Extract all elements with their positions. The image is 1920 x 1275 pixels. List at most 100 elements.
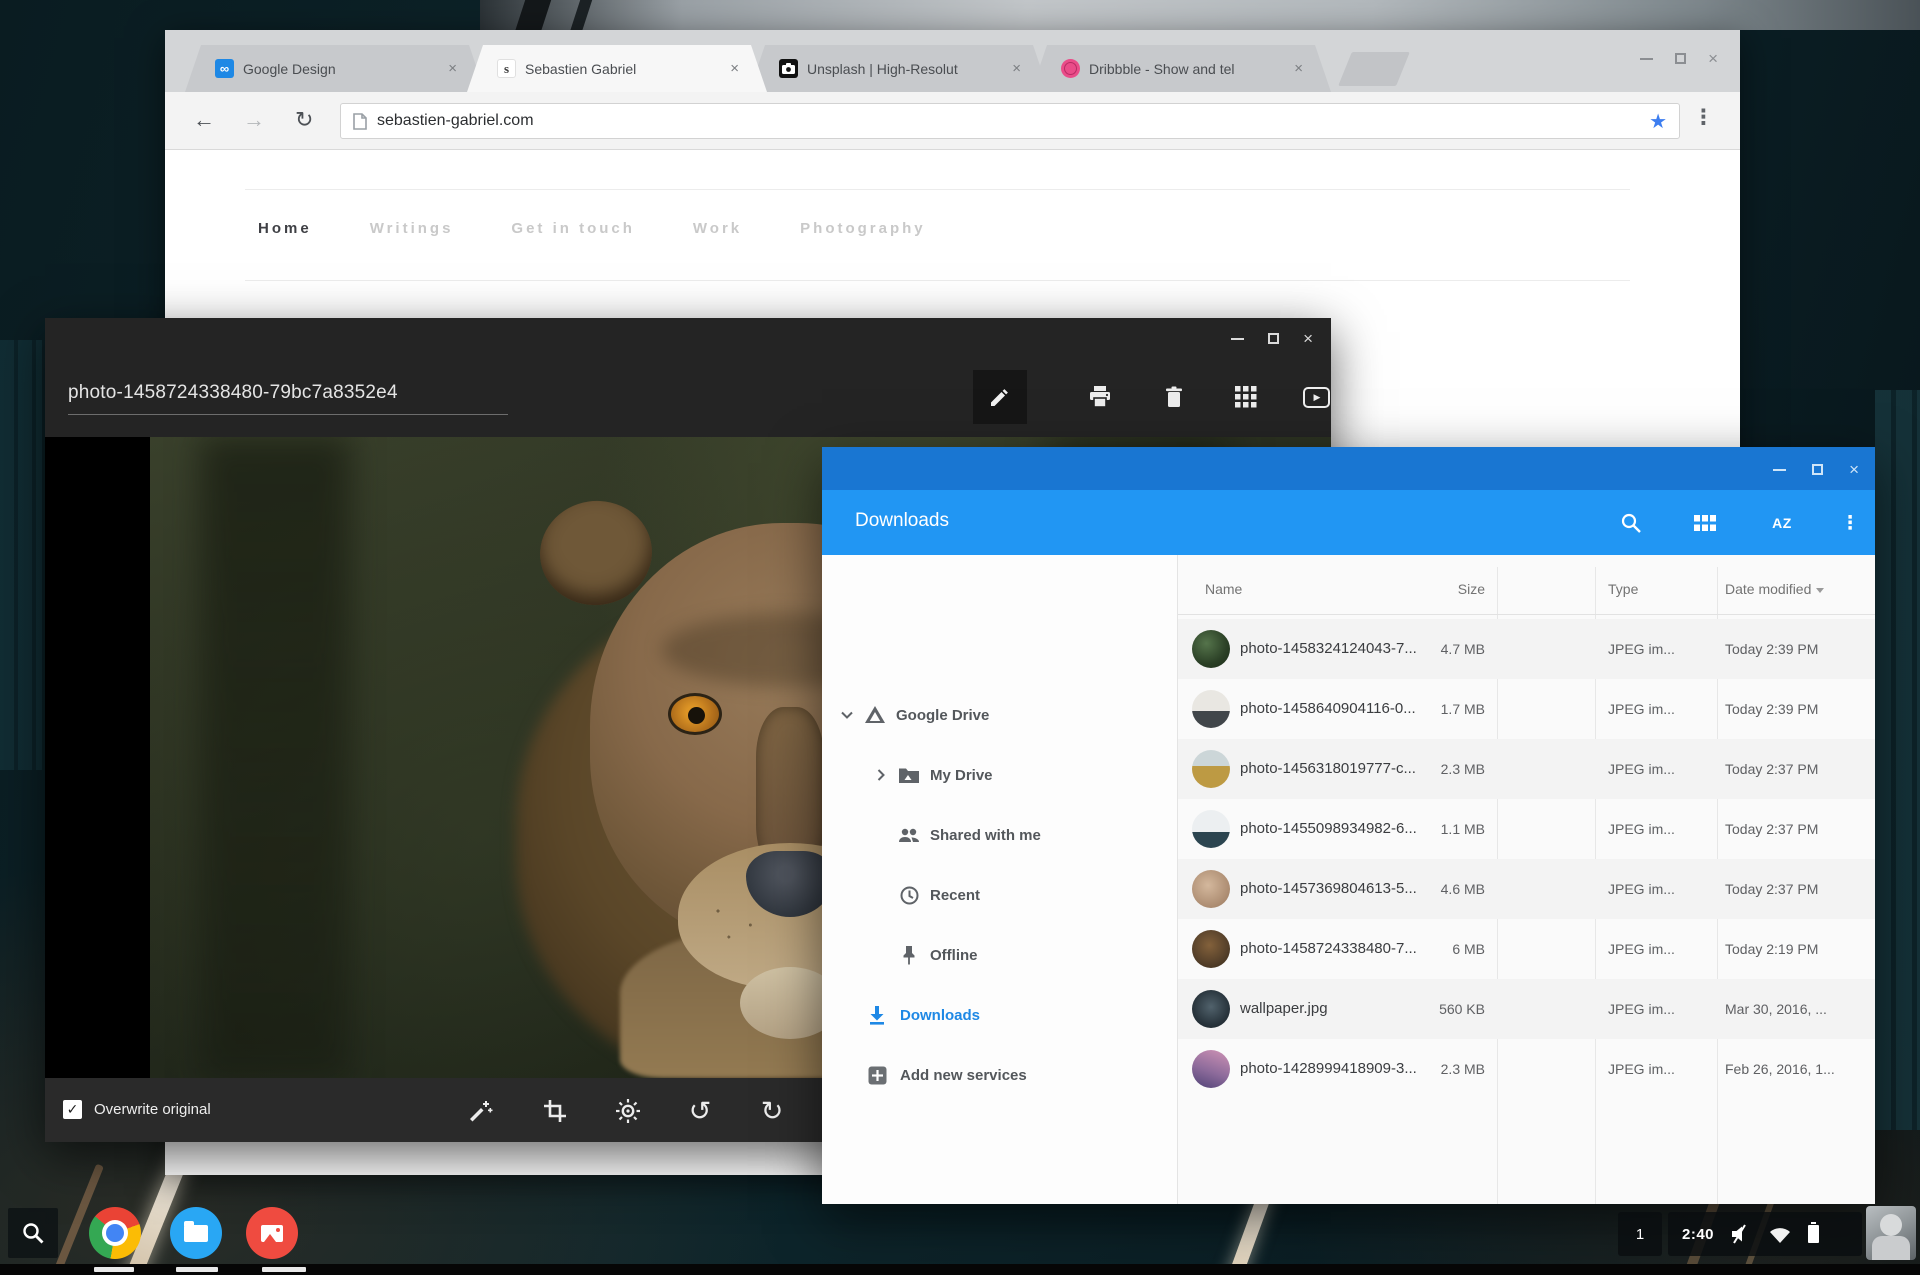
filename-field[interactable]: photo-1458724338480-79bc7a8352e4	[68, 382, 398, 404]
site-nav-writings[interactable]: Writings	[370, 220, 454, 237]
wallpaper-glass-panel	[0, 340, 42, 770]
desktop: ∞ Google Design × Unsplash | High-Resolu…	[0, 0, 1920, 1275]
page-divider	[245, 280, 1630, 281]
sidebar-item-downloads[interactable]: Downloads	[822, 993, 1177, 1037]
close-icon[interactable]: ×	[1849, 461, 1859, 478]
file-thumbnail	[1192, 810, 1230, 848]
edit-pencil-button[interactable]	[973, 370, 1027, 424]
grid-view-icon[interactable]	[1691, 509, 1719, 537]
rotate-left-icon[interactable]: ↺	[683, 1094, 717, 1128]
site-nav-get-in-touch[interactable]: Get in touch	[511, 220, 635, 237]
sidebar-item-recent[interactable]: Recent	[822, 873, 1177, 917]
autofix-wand-icon[interactable]	[463, 1094, 497, 1128]
address-bar[interactable]: sebastien-gabriel.com ★	[340, 103, 1680, 139]
search-icon	[21, 1221, 45, 1245]
files-window: × Downloads AZ ⋮ Google Drive My Drive S…	[822, 447, 1875, 1204]
overwrite-checkbox[interactable]: ✓	[63, 1100, 82, 1119]
site-nav-home[interactable]: Home	[258, 220, 312, 237]
gallery-window-controls: ×	[1231, 330, 1313, 347]
browser-menu-icon[interactable]: ⋮	[1693, 105, 1714, 130]
print-button[interactable]	[1073, 370, 1127, 424]
add-box-icon	[866, 1064, 888, 1086]
tab-close-icon[interactable]: ×	[446, 59, 459, 78]
minimize-icon[interactable]	[1231, 337, 1245, 340]
search-icon[interactable]	[1617, 509, 1645, 537]
tab-dribbble[interactable]: Dribbble - Show and tel ×	[1031, 45, 1331, 92]
crop-icon[interactable]	[538, 1094, 572, 1128]
files-header: Downloads AZ ⋮	[822, 490, 1875, 555]
wallpaper-glass-panel	[1875, 390, 1920, 1130]
minimize-icon[interactable]	[1640, 57, 1654, 60]
rotate-right-icon[interactable]: ↻	[755, 1094, 789, 1128]
column-header-date-modified[interactable]: Date modified	[1725, 581, 1825, 597]
column-header-name[interactable]: Name	[1205, 581, 1242, 597]
table-row[interactable]: photo-1457369804613-5... 4.6 MB JPEG im.…	[1178, 859, 1875, 919]
table-row[interactable]: wallpaper.jpg 560 KB JPEG im... Mar 30, …	[1178, 979, 1875, 1039]
grid-view-icon[interactable]	[1219, 370, 1273, 424]
table-row[interactable]: photo-1456318019777-c... 2.3 MB JPEG im.…	[1178, 739, 1875, 799]
tab-close-icon[interactable]: ×	[728, 59, 741, 78]
filename-underline	[68, 414, 508, 415]
site-nav-photography[interactable]: Photography	[800, 220, 926, 237]
launcher-button[interactable]	[8, 1208, 58, 1258]
chevron-right-icon[interactable]	[874, 768, 888, 782]
maximize-icon[interactable]	[1268, 333, 1280, 344]
notification-badge[interactable]: 1	[1618, 1212, 1662, 1256]
delete-button[interactable]	[1147, 370, 1201, 424]
maximize-icon[interactable]	[1675, 53, 1687, 64]
folder-icon	[184, 1220, 208, 1242]
gallery-app-icon[interactable]	[246, 1207, 298, 1259]
tab-close-icon[interactable]: ×	[1010, 59, 1023, 78]
site-navigation: Home Writings Get in touch Work Photogra…	[258, 220, 926, 237]
gallery-titlebar: ×	[45, 318, 1331, 356]
user-avatar[interactable]	[1866, 1206, 1916, 1260]
chevron-down-icon[interactable]	[840, 708, 854, 722]
photo-icon	[261, 1224, 283, 1242]
files-menu-icon[interactable]: ⋮	[1836, 509, 1864, 537]
google-drive-icon	[864, 704, 886, 726]
google-design-favicon-icon: ∞	[215, 59, 234, 78]
back-button[interactable]: ←	[193, 105, 215, 135]
sidebar-item-offline[interactable]: Offline	[822, 933, 1177, 977]
minimize-icon[interactable]	[1773, 468, 1787, 471]
tab-google-design[interactable]: ∞ Google Design ×	[185, 45, 485, 92]
table-row[interactable]: photo-1458724338480-7... 6 MB JPEG im...…	[1178, 919, 1875, 979]
column-header-size[interactable]: Size	[1403, 581, 1485, 597]
sidebar-item-shared-with-me[interactable]: Shared with me	[822, 813, 1177, 857]
camera-favicon-icon	[779, 59, 798, 78]
close-icon[interactable]: ×	[1708, 50, 1718, 67]
tab-close-icon[interactable]: ×	[1292, 59, 1305, 78]
sidebar-item-add-new-services[interactable]: Add new services	[822, 1053, 1177, 1097]
tab-sebastien-gabriel[interactable]: s Sebastien Gabriel ×	[467, 45, 767, 92]
sidebar-item-google-drive[interactable]: Google Drive	[822, 693, 1177, 737]
gallery-toolbar: photo-1458724338480-79bc7a8352e4 ▶	[45, 356, 1331, 437]
system-tray[interactable]: 2:40	[1668, 1212, 1862, 1256]
sort-az-icon[interactable]: AZ	[1768, 509, 1796, 537]
tab-unsplash[interactable]: Unsplash | High-Resolut ×	[749, 45, 1049, 92]
clock-text: 2:40	[1682, 1225, 1715, 1243]
forward-button[interactable]: →	[243, 105, 265, 135]
close-icon[interactable]: ×	[1303, 330, 1313, 347]
new-tab-button[interactable]	[1338, 52, 1410, 86]
sidebar-item-my-drive[interactable]: My Drive	[822, 753, 1177, 797]
column-header-type[interactable]: Type	[1608, 581, 1638, 597]
chrome-app-icon[interactable]	[89, 1207, 141, 1259]
files-app-icon[interactable]	[170, 1207, 222, 1259]
table-row[interactable]: photo-1455098934982-6... 1.1 MB JPEG im.…	[1178, 799, 1875, 859]
reload-button[interactable]: ↻	[295, 105, 313, 135]
site-nav-work[interactable]: Work	[693, 220, 742, 237]
running-app-indicator	[176, 1267, 218, 1272]
wifi-icon	[1768, 1225, 1792, 1244]
table-row[interactable]: photo-1458324124043-7... 4.7 MB JPEG im.…	[1178, 619, 1875, 679]
overwrite-label: Overwrite original	[94, 1101, 211, 1118]
bookmark-star-icon[interactable]: ★	[1649, 109, 1667, 134]
letter-s-favicon-icon: s	[497, 59, 516, 78]
slideshow-button[interactable]: ▶	[1289, 370, 1343, 424]
table-row[interactable]: photo-1428999418909-3... 2.3 MB JPEG im.…	[1178, 1039, 1875, 1099]
table-row[interactable]: photo-1458640904116-0... 1.7 MB JPEG im.…	[1178, 679, 1875, 739]
tab-label: Sebastien Gabriel	[525, 60, 637, 77]
maximize-icon[interactable]	[1812, 464, 1824, 475]
brightness-icon[interactable]	[611, 1094, 645, 1128]
browser-toolbar: ← → ↻ sebastien-gabriel.com ★ ⋮	[165, 92, 1740, 150]
tab-strip: ∞ Google Design × Unsplash | High-Resolu…	[165, 30, 1740, 92]
